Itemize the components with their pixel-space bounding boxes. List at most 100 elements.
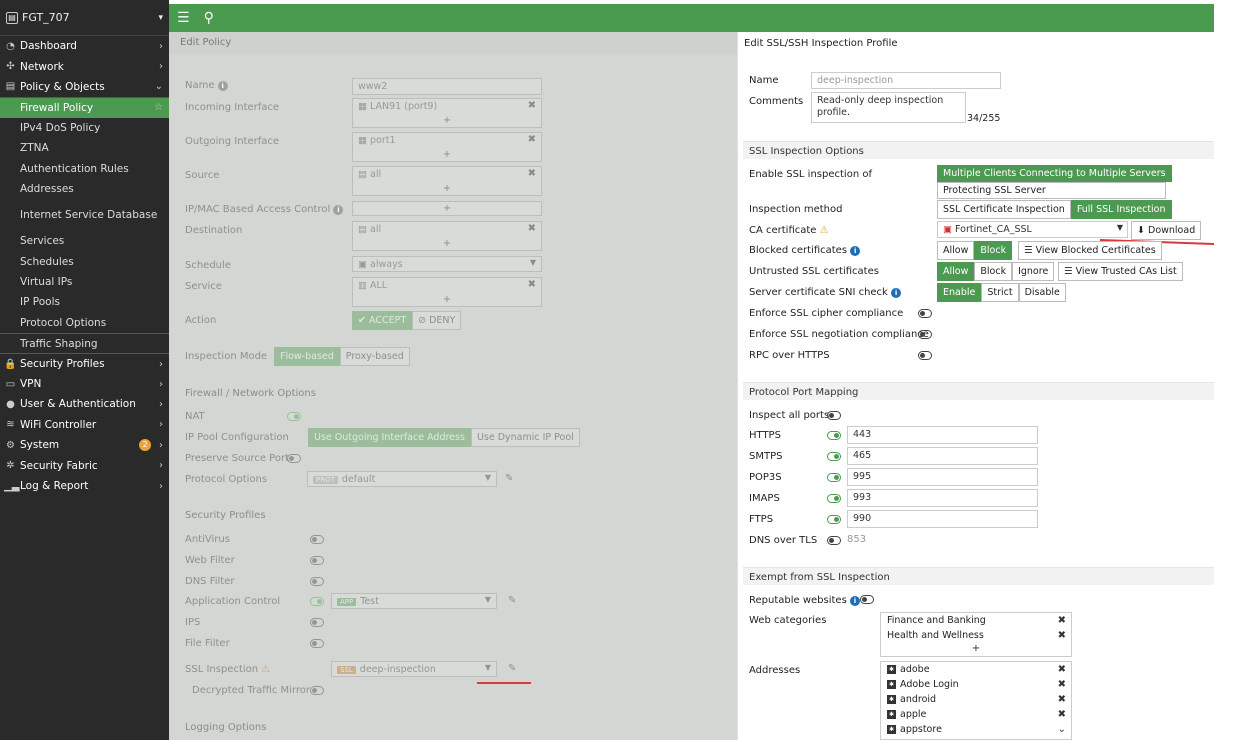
profile-name-input[interactable]: deep-inspection	[811, 72, 1001, 89]
port-input[interactable]: 443	[847, 426, 1038, 444]
preserve-toggle[interactable]	[287, 454, 301, 463]
rpc-toggle[interactable]	[918, 351, 932, 360]
ips-toggle[interactable]	[310, 618, 324, 627]
sidebar-item-security-profiles[interactable]: 🔒 Security Profiles ›	[0, 353, 169, 373]
allow-button[interactable]: Allow	[937, 241, 975, 260]
port-input[interactable]: 465	[847, 447, 1038, 465]
sidebar-item-ip-pools[interactable]: IP Pools	[0, 292, 169, 312]
sidebar-item-log-report[interactable]: ▁▃ Log & Report ›	[0, 476, 169, 496]
menu-icon[interactable]: ☰	[177, 10, 190, 26]
close-icon[interactable]: ✖	[1058, 679, 1066, 690]
port-input[interactable]: 993	[847, 489, 1038, 507]
sidebar-item-ztna[interactable]: ZTNA	[0, 138, 169, 158]
port-toggle[interactable]	[827, 452, 841, 461]
sidebar-item-security-fabric[interactable]: ✲ Security Fabric ›	[0, 455, 169, 475]
close-icon[interactable]: ⌄	[1058, 724, 1066, 735]
appcontrol-toggle[interactable]	[310, 597, 324, 606]
search-icon[interactable]: ⚲	[204, 10, 214, 26]
ca-select[interactable]: ▣ Fortinet_CA_SSL ▼	[937, 221, 1128, 238]
close-icon[interactable]: ✖	[1058, 664, 1066, 675]
decrypted-toggle[interactable]	[310, 686, 324, 695]
edit-icon[interactable]: ✎	[505, 473, 513, 484]
use-dynamic-button[interactable]: Use Dynamic IP Pool	[470, 428, 580, 447]
incoming-field[interactable]: ▦ LAN91 (port9) ✖ +	[352, 98, 542, 128]
port-toggle[interactable]	[827, 515, 841, 524]
sslinsp-select[interactable]: SSL deep-inspection ▼	[331, 661, 497, 677]
cert-inspection-button[interactable]: SSL Certificate Inspection	[937, 200, 1071, 219]
sidebar-item-authentication-rules[interactable]: Authentication Rules	[0, 158, 169, 178]
edit-icon[interactable]: ✎	[508, 663, 516, 674]
protocol-select[interactable]: PROT default ▼	[307, 471, 497, 487]
deny-button[interactable]: ⊘ DENY	[412, 311, 462, 330]
close-icon[interactable]: ✖	[528, 134, 536, 145]
ipmac-field[interactable]: +	[352, 201, 542, 216]
dnsfilter-toggle[interactable]	[310, 577, 324, 586]
service-field[interactable]: ▥ ALL ✖ +	[352, 277, 542, 307]
close-icon[interactable]: ✖	[528, 100, 536, 111]
comments-textarea[interactable]: Read-only deep inspection profile.	[811, 92, 966, 123]
close-icon[interactable]: ✖	[1058, 630, 1066, 641]
multi-clients-option[interactable]: Multiple Clients Connecting to Multiple …	[937, 165, 1172, 182]
sidebar-item-dashboard[interactable]: ◔ Dashboard ›	[0, 36, 169, 56]
schedule-select[interactable]: ▣ always ▼	[352, 256, 542, 272]
destination-field[interactable]: ▤ all ✖ +	[352, 221, 542, 251]
sidebar-item-protocol-options[interactable]: Protocol Options	[0, 313, 169, 333]
appcontrol-select[interactable]: APP Test ▼	[331, 593, 497, 609]
webfilter-toggle[interactable]	[310, 556, 324, 565]
download-button[interactable]: ⬇ Download	[1131, 221, 1202, 240]
sidebar-item-system[interactable]: ⚙ System 2 ›	[0, 435, 169, 455]
flow-based-button[interactable]: Flow-based	[274, 347, 340, 366]
add-icon[interactable]: +	[353, 238, 541, 249]
chevron-down-icon[interactable]: ▾	[158, 13, 163, 23]
ignore-button[interactable]: Ignore	[1012, 262, 1055, 281]
sidebar-item-vpn[interactable]: ▭ VPN ›	[0, 374, 169, 394]
cipher-toggle[interactable]	[918, 309, 932, 318]
accept-button[interactable]: ✔ ACCEPT	[352, 311, 413, 330]
sidebar-item-user-authentication[interactable]: ● User & Authentication ›	[0, 394, 169, 414]
sidebar-item-policy-objects[interactable]: ▤ Policy & Objects ⌄	[0, 77, 169, 97]
add-icon[interactable]: +	[881, 643, 1071, 654]
reputable-toggle[interactable]	[860, 595, 874, 604]
sidebar-item-traffic-shaping[interactable]: Traffic Shaping	[0, 333, 169, 353]
add-icon[interactable]: +	[353, 294, 541, 305]
add-icon[interactable]: +	[353, 183, 541, 194]
sidebar-item-virtual-ips[interactable]: Virtual IPs	[0, 272, 169, 292]
sidebar-item-network[interactable]: ✣ Network ›	[0, 56, 169, 76]
source-field[interactable]: ▤ all ✖ +	[352, 166, 542, 196]
close-icon[interactable]: ✖	[528, 223, 536, 234]
port-toggle[interactable]	[827, 473, 841, 482]
sidebar-item-addresses[interactable]: Addresses	[0, 179, 169, 199]
negotiation-toggle[interactable]	[918, 330, 932, 339]
star-icon[interactable]: ☆	[154, 102, 163, 113]
add-icon[interactable]: +	[353, 203, 541, 214]
close-icon[interactable]: ✖	[1058, 709, 1066, 720]
edit-icon[interactable]: ✎	[508, 595, 516, 606]
close-icon[interactable]: ✖	[1058, 694, 1066, 705]
dns-tls-toggle[interactable]	[827, 536, 841, 545]
port-input[interactable]: 995	[847, 468, 1038, 486]
enable-button[interactable]: Enable	[937, 283, 982, 302]
sidebar-item-ipv4-dos-policy[interactable]: IPv4 DoS Policy	[0, 118, 169, 138]
sidebar-item-firewall-policy[interactable]: Firewall Policy ☆	[0, 97, 169, 118]
close-icon[interactable]: ✖	[528, 168, 536, 179]
sidebar-item-wifi-controller[interactable]: ≋ WiFi Controller ›	[0, 415, 169, 435]
allow-button[interactable]: Allow	[937, 262, 975, 281]
port-toggle[interactable]	[827, 494, 841, 503]
add-icon[interactable]: +	[353, 149, 541, 160]
protecting-server-option[interactable]: Protecting SSL Server	[937, 182, 1166, 199]
port-toggle[interactable]	[827, 431, 841, 440]
view-trusted-button[interactable]: ☰ View Trusted CAs List	[1058, 262, 1183, 281]
port-input[interactable]: 990	[847, 510, 1038, 528]
sidebar-item-internet-service-database[interactable]: Internet Service Database	[0, 199, 169, 231]
strict-button[interactable]: Strict	[981, 283, 1019, 302]
sidebar-item-schedules[interactable]: Schedules	[0, 252, 169, 272]
filefilter-toggle[interactable]	[310, 639, 324, 648]
antivirus-toggle[interactable]	[310, 535, 324, 544]
add-icon[interactable]: +	[353, 115, 541, 126]
block-button[interactable]: Block	[974, 241, 1013, 260]
inspect-all-toggle[interactable]	[827, 411, 841, 420]
view-blocked-button[interactable]: ☰ View Blocked Certificates	[1018, 241, 1162, 260]
outgoing-field[interactable]: ▦ port1 ✖ +	[352, 132, 542, 162]
close-icon[interactable]: ✖	[528, 279, 536, 290]
full-inspection-button[interactable]: Full SSL Inspection	[1070, 200, 1172, 219]
